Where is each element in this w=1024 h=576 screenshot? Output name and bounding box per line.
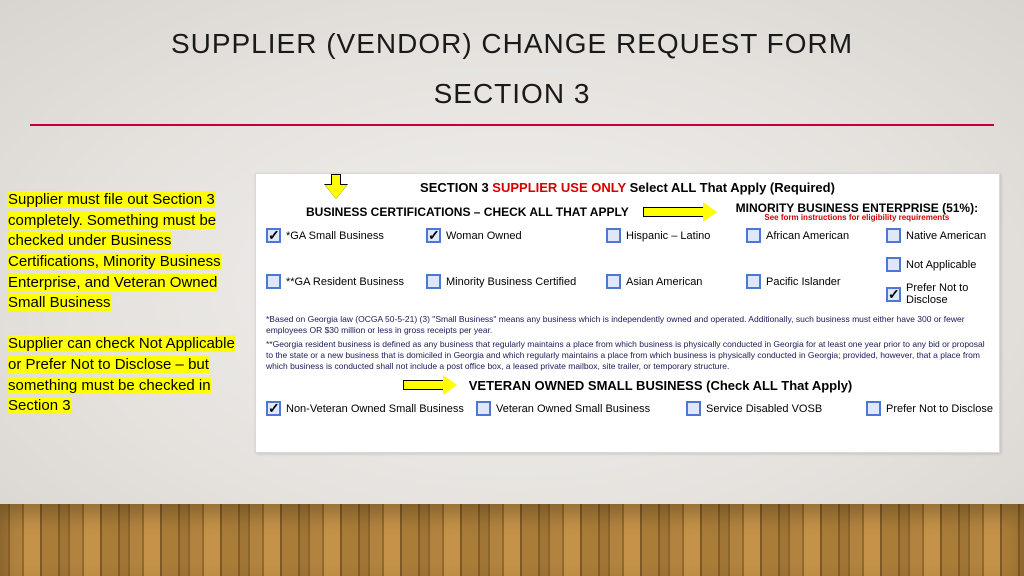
veteran-label: VETERAN OWNED SMALL BUSINESS (Check ALL … [469,378,853,393]
checkbox-pacific[interactable]: Pacific Islander [746,257,886,306]
floor-decoration [0,504,1024,576]
checkbox-label: Native American [906,230,986,242]
checkbox-hispanic[interactable]: Hispanic – Latino [606,228,746,243]
checkbox-label: Hispanic – Latino [626,230,710,242]
section-header-red: SUPPLIER USE ONLY [492,180,626,195]
checkbox-label: African American [766,230,849,242]
checkbox-label: Not Applicable [906,259,976,271]
arrow-down-icon [325,174,347,200]
checkbox-label: Woman Owned [446,230,522,242]
checkbox-mbc[interactable]: Minority Business Certified [426,257,606,306]
business-cert-label: BUSINESS CERTIFICATIONS – CHECK ALL THAT… [306,205,629,219]
checkbox-vet-pnd[interactable]: Prefer Not to Disclose [866,401,1016,416]
checkbox-vet-own[interactable]: Veteran Owned Small Business [476,401,686,416]
checkbox-label: *GA Small Business [286,230,384,242]
checkbox-not-applicable[interactable]: Not Applicable [886,257,1006,272]
fineprint-p2: **Georgia resident business is defined a… [266,339,989,371]
mbe-sublabel: See form instructions for eligibility re… [764,213,949,222]
page-title: SUPPLIER (VENDOR) CHANGE REQUEST FORM [0,28,1024,60]
checkbox-african[interactable]: African American [746,228,886,243]
checkbox-prefer-not-disclose[interactable]: Prefer Not to Disclose [886,282,1006,306]
instruction-notes: Supplier must file out Section 3 complet… [8,190,243,417]
arrow-right-icon [643,202,719,222]
checkbox-vet-sd[interactable]: Service Disabled VOSB [686,401,866,416]
checkbox-woman-owned[interactable]: Woman Owned [426,228,606,243]
checkbox-ga-small[interactable]: *GA Small Business [266,228,426,243]
checkbox-label: Service Disabled VOSB [706,403,822,415]
checkbox-label: Non-Veteran Owned Small Business [286,403,464,415]
checkbox-label: **GA Resident Business [286,276,404,288]
checkbox-label: Prefer Not to Disclose [906,282,1006,306]
checkbox-native[interactable]: Native American [886,228,1006,243]
note-paragraph-2: Supplier can check Not Applicable or Pre… [8,335,235,414]
arrow-right-icon [403,375,459,395]
note-paragraph-1: Supplier must file out Section 3 complet… [8,191,221,311]
checkbox-label: Pacific Islander [766,276,841,288]
form-section-3: SECTION 3 SUPPLIER USE ONLY Select ALL T… [255,173,1000,453]
checkbox-ga-resident[interactable]: **GA Resident Business [266,257,426,306]
section-header: SECTION 3 SUPPLIER USE ONLY Select ALL T… [266,180,989,195]
page-subtitle: SECTION 3 [0,78,1024,110]
fineprint: *Based on Georgia law (OCGA 50-5-21) (3)… [266,314,989,371]
checkbox-asian[interactable]: Asian American [606,257,746,306]
checkbox-label: Veteran Owned Small Business [496,403,650,415]
checkbox-vet-non[interactable]: Non-Veteran Owned Small Business [266,401,476,416]
checkbox-label: Minority Business Certified [446,276,576,288]
divider [30,124,994,126]
checkbox-label: Prefer Not to Disclose [886,403,993,415]
section-header-suffix: Select ALL That Apply (Required) [626,180,835,195]
section-header-prefix: SECTION 3 [420,180,492,195]
fineprint-p1: *Based on Georgia law (OCGA 50-5-21) (3)… [266,314,989,335]
checkbox-label: Asian American [626,276,702,288]
